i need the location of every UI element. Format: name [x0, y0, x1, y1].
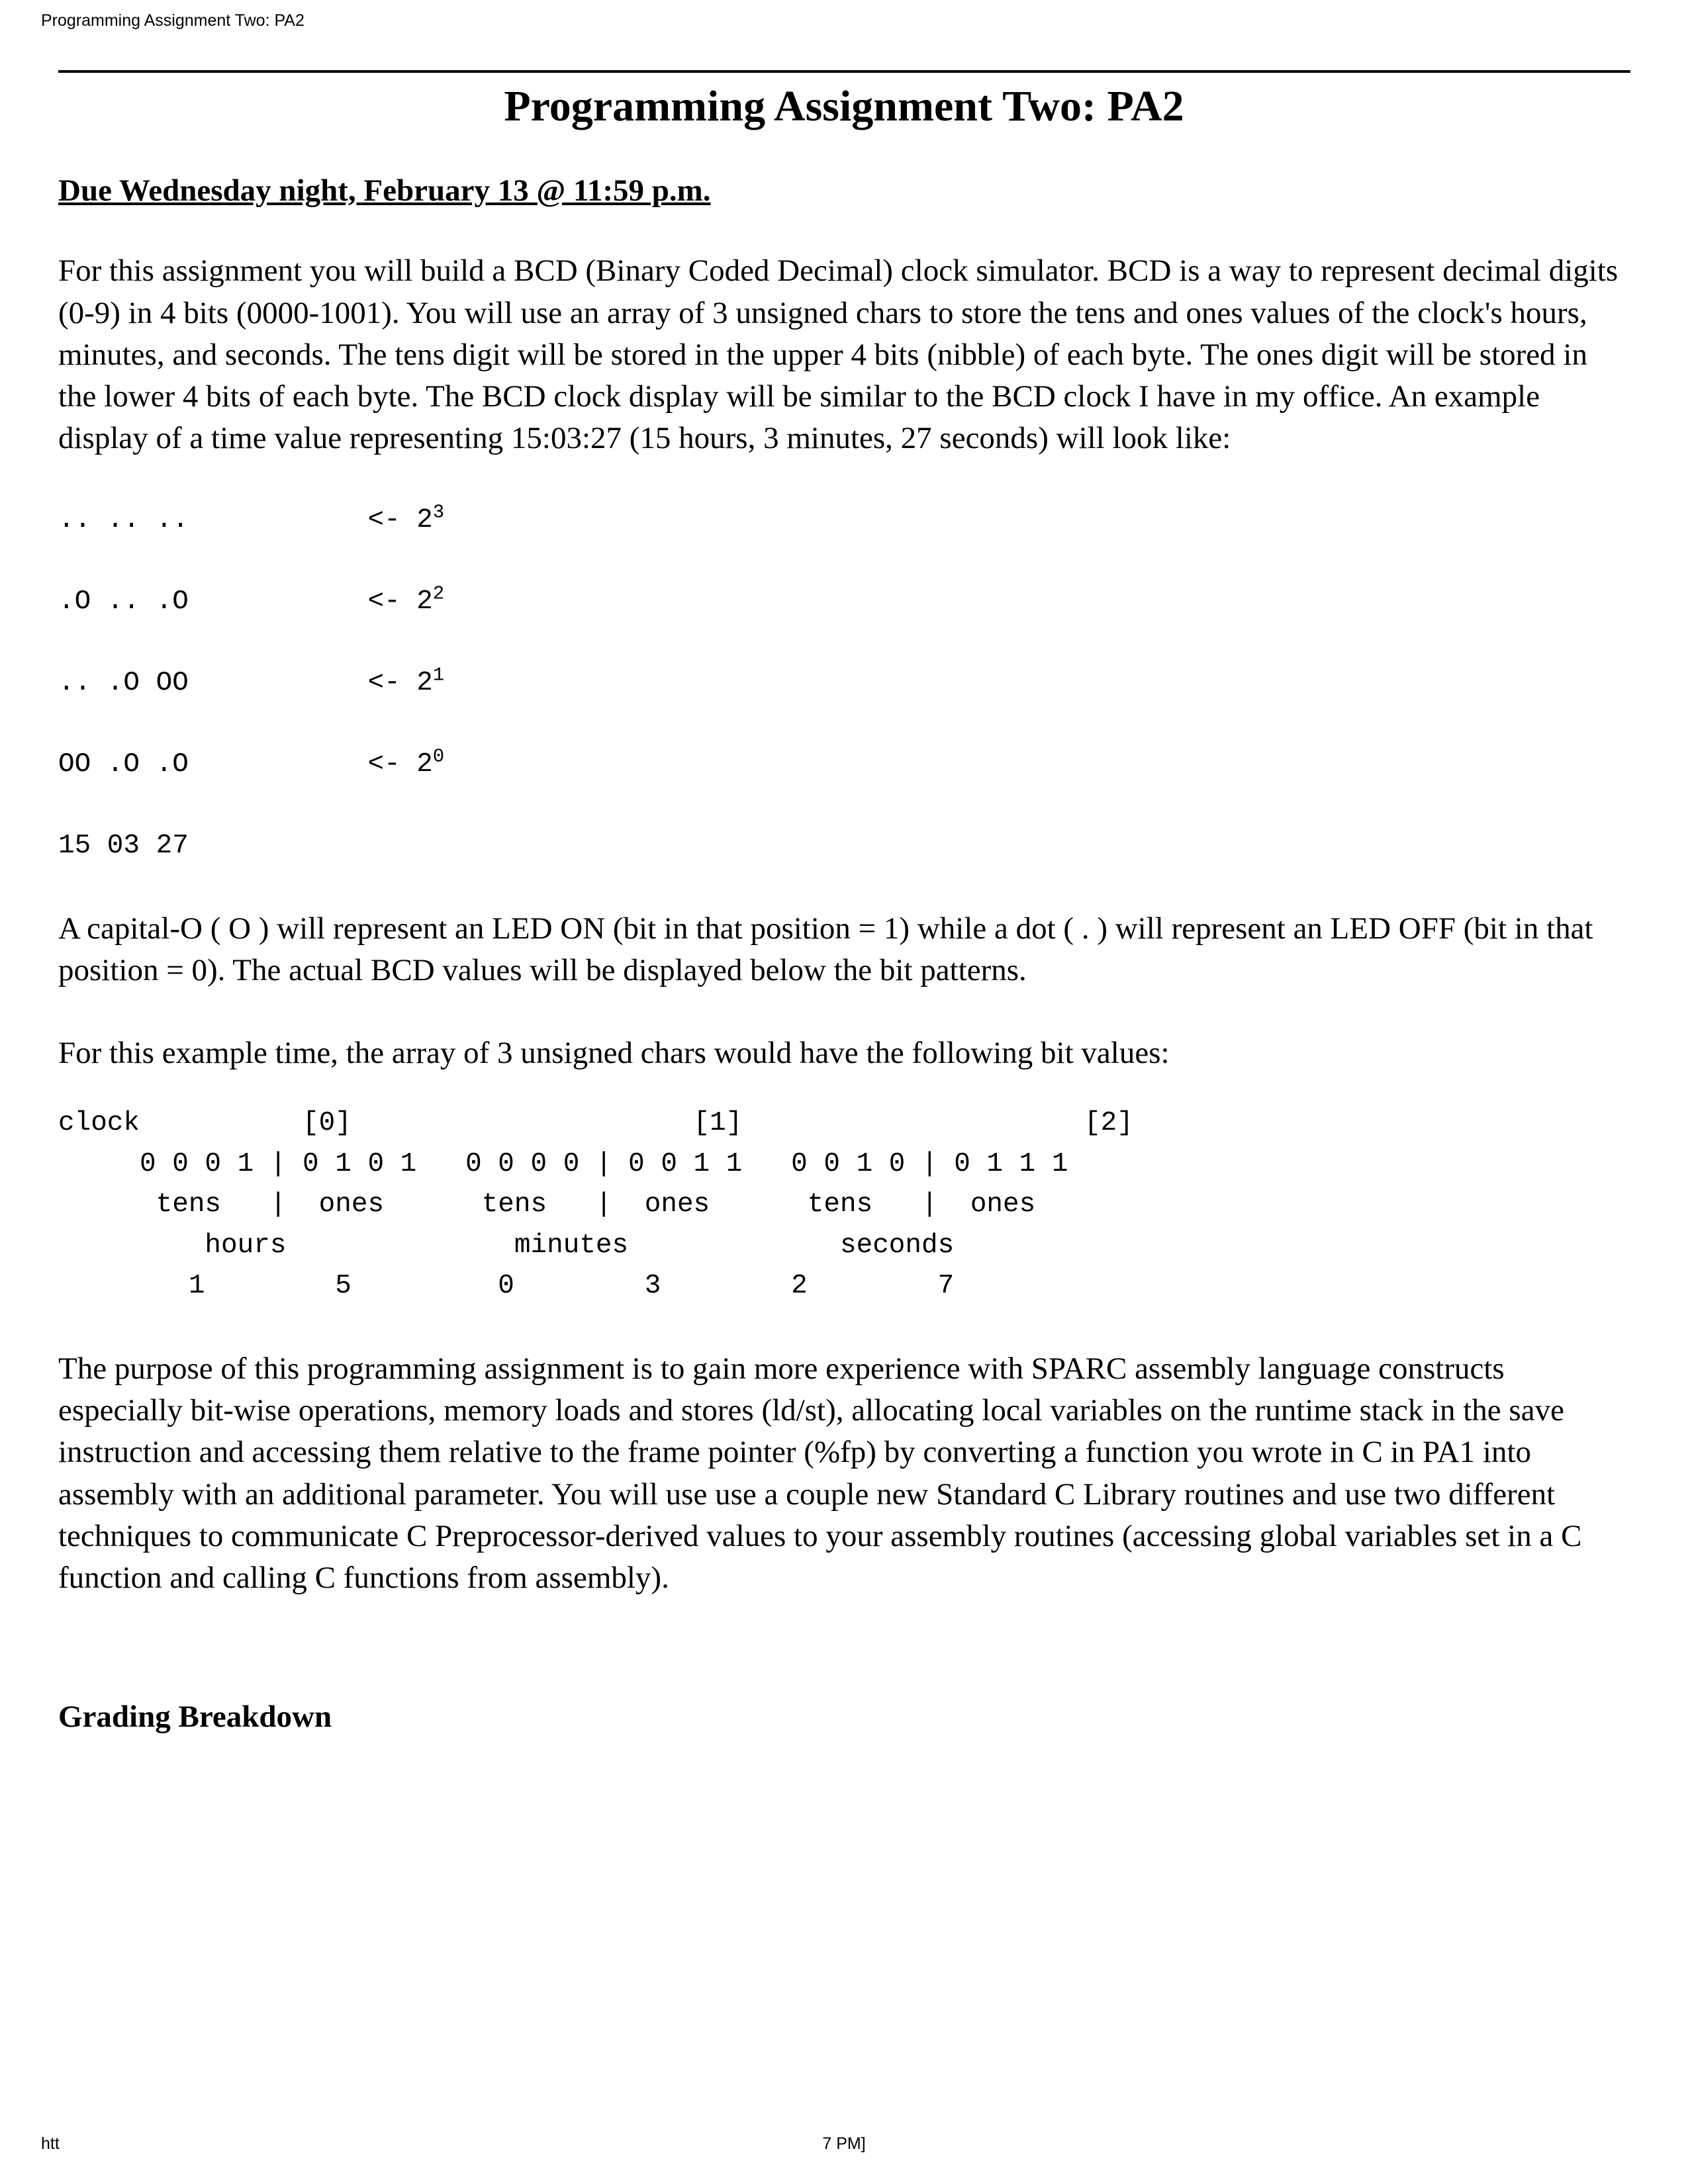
bit-table-digits-row: 1 5 0 3 2 7 [58, 1271, 955, 1302]
print-footer-left: htt [41, 2134, 60, 2153]
led-row: .. .O OO <- 21 [58, 663, 1630, 704]
bit-table-bits-row: 0 0 0 1 | 0 1 0 1 0 0 0 0 | 0 0 1 1 0 0 … [58, 1148, 1068, 1179]
title-rule [58, 70, 1630, 73]
led-row-pattern: .. .O OO [58, 668, 189, 699]
example-lead-paragraph: For this example time, the array of 3 un… [58, 1036, 1170, 1071]
intro-paragraph: For this assignment you will build a BCD… [58, 253, 1618, 456]
led-row-pattern: .. .. .. [58, 505, 189, 536]
led-row-arrow: <- 2 [367, 749, 433, 780]
bit-values-art: clock [0] [1] [2] 0 0 0 1 | 0 1 0 1 0 0 … [58, 1103, 1630, 1307]
led-row: .O .. .O <- 22 [58, 582, 1630, 623]
led-values-row: 15 03 27 [58, 831, 189, 862]
bit-table-unit-row: hours minutes seconds [58, 1230, 955, 1261]
document-content: Programming Assignment Two: PA2 Due Wedn… [58, 70, 1630, 1736]
led-row-pattern: OO .O .O [58, 749, 189, 780]
led-row-arrow: <- 2 [367, 586, 433, 617]
document-page: Programming Assignment Two: PA2 Due Wedn… [0, 0, 1688, 2184]
bit-values-block: clock [0] [1] [2] 0 0 0 1 | 0 1 0 1 0 0 … [58, 1103, 1630, 1307]
purpose-paragraph: The purpose of this programming assignme… [58, 1351, 1582, 1595]
page-title: Programming Assignment Two: PA2 [504, 82, 1184, 130]
led-row-exponent: 1 [432, 664, 445, 686]
led-row-exponent: 3 [432, 501, 445, 523]
led-display-block: .. .. .. <- 23 .O .. .O <- 22 .. .O OO <… [58, 500, 1630, 867]
led-display-art: .. .. .. <- 23 .O .. .O <- 22 .. .O OO <… [58, 500, 1630, 867]
grading-breakdown-heading: Grading Breakdown [58, 1700, 332, 1735]
led-row-exponent: 0 [432, 745, 445, 768]
legend-paragraph: A capital-O ( O ) will represent an LED … [58, 911, 1593, 988]
led-row-exponent: 2 [432, 582, 445, 605]
bit-table-index-row: clock [0] [1] [2] [58, 1108, 1133, 1139]
print-footer: htt 7 PM] [41, 2134, 1647, 2154]
led-row-pattern: .O .. .O [58, 586, 189, 617]
bit-table-nibble-row: tens | ones tens | ones tens | ones [58, 1189, 1036, 1220]
due-date-heading: Due Wednesday night, February 13 @ 11:59… [58, 173, 711, 208]
led-row-arrow: <- 2 [367, 668, 433, 699]
led-row: .. .. .. <- 23 [58, 500, 1630, 541]
led-row-arrow: <- 2 [367, 505, 433, 536]
led-row: OO .O .O <- 20 [58, 745, 1630, 786]
print-footer-center: 7 PM] [822, 2134, 866, 2153]
